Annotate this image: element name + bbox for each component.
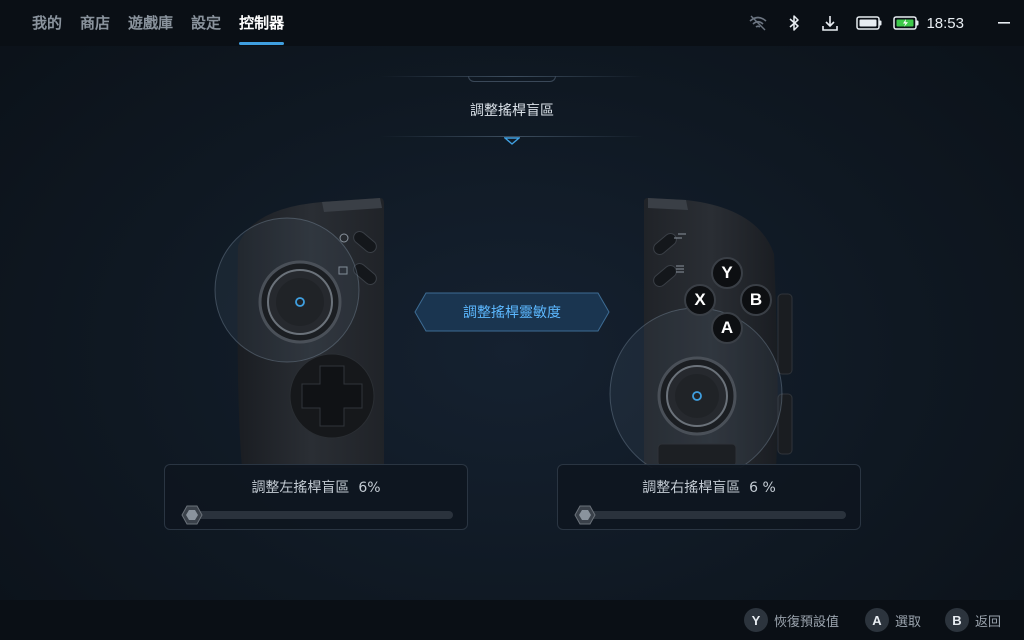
bluetooth-icon <box>780 0 808 46</box>
hint-back[interactable]: B 返回 <box>945 608 1001 632</box>
face-button-b-label: B <box>749 290 763 309</box>
page-title: 調整搖桿盲區 <box>470 103 554 119</box>
controller-battery-icon <box>854 0 884 46</box>
hint-select-label: 選取 <box>895 614 922 630</box>
face-button-x-label: X <box>694 290 706 309</box>
hint-back-label: 返回 <box>975 614 1002 630</box>
face-button-b: B <box>740 284 772 316</box>
adjust-sensitivity-button[interactable]: 調整搖桿靈敏度 <box>414 292 610 332</box>
clock: 18:53 <box>926 14 964 32</box>
right-deadzone-label: 調整右搖桿盲區 <box>642 480 741 496</box>
right-controller-illustration <box>608 194 796 481</box>
tab-store[interactable]: 商店 <box>80 0 110 46</box>
right-deadzone-slider[interactable] <box>582 511 846 519</box>
a-button-icon: A <box>865 608 889 632</box>
left-deadzone-label: 調整左搖桿盲區 <box>251 480 350 496</box>
tab-controller[interactable]: 控制器 <box>239 0 285 46</box>
left-deadzone-label-row: 調整左搖桿盲區 6% <box>165 477 467 497</box>
tab-me[interactable]: 我的 <box>32 0 62 46</box>
left-deadzone-slider[interactable] <box>189 511 453 519</box>
right-deadzone-panel: 調整右搖桿盲區 6 % <box>557 464 861 530</box>
bottom-hint-bar: Y 恢復預設值 A 選取 B 返回 <box>0 600 1024 640</box>
adjust-sensitivity-label: 調整搖桿靈敏度 <box>463 305 561 321</box>
right-deadzone-label-row: 調整右搖桿盲區 6 % <box>558 477 860 497</box>
right-deadzone-slider-thumb[interactable] <box>574 505 596 529</box>
download-icon <box>816 0 844 46</box>
y-button-icon: Y <box>744 608 768 632</box>
wifi-off-icon <box>744 0 772 46</box>
tab-settings[interactable]: 設定 <box>191 0 221 46</box>
minimize-icon[interactable] <box>984 0 1024 46</box>
face-button-a-label: A <box>720 318 734 337</box>
header-tab-notch <box>468 76 556 82</box>
battery-charging-icon <box>892 0 920 46</box>
controller-settings-screen: 我的 商店 遊戲庫 設定 控制器 18:53 調整搖桿盲區 Y X B A 調整… <box>0 0 1024 640</box>
section-header: 調整搖桿盲區 <box>380 76 644 145</box>
hint-select[interactable]: A 選取 <box>865 608 921 632</box>
left-deadzone-panel: 調整左搖桿盲區 6% <box>164 464 468 530</box>
face-button-y-label: Y <box>721 263 733 282</box>
face-button-y: Y <box>711 257 743 289</box>
face-button-x: X <box>684 284 716 316</box>
left-deadzone-value: 6% <box>358 480 381 496</box>
tab-game-library[interactable]: 遊戲庫 <box>128 0 173 46</box>
top-navigation-bar: 我的 商店 遊戲庫 設定 控制器 18:53 <box>0 0 1024 46</box>
hint-restore-defaults[interactable]: Y 恢復預設值 <box>744 608 839 632</box>
right-deadzone-value: 6 % <box>749 480 776 496</box>
main-tabs: 我的 商店 遊戲庫 設定 控制器 <box>32 0 302 46</box>
hint-restore-defaults-label: 恢復預設值 <box>774 614 840 630</box>
b-button-icon: B <box>945 608 969 632</box>
left-controller-illustration <box>212 196 388 468</box>
chevron-down-icon <box>503 130 521 149</box>
face-button-a: A <box>711 312 743 344</box>
status-bar: 18:53 <box>744 0 1024 46</box>
left-deadzone-slider-thumb[interactable] <box>181 505 203 529</box>
